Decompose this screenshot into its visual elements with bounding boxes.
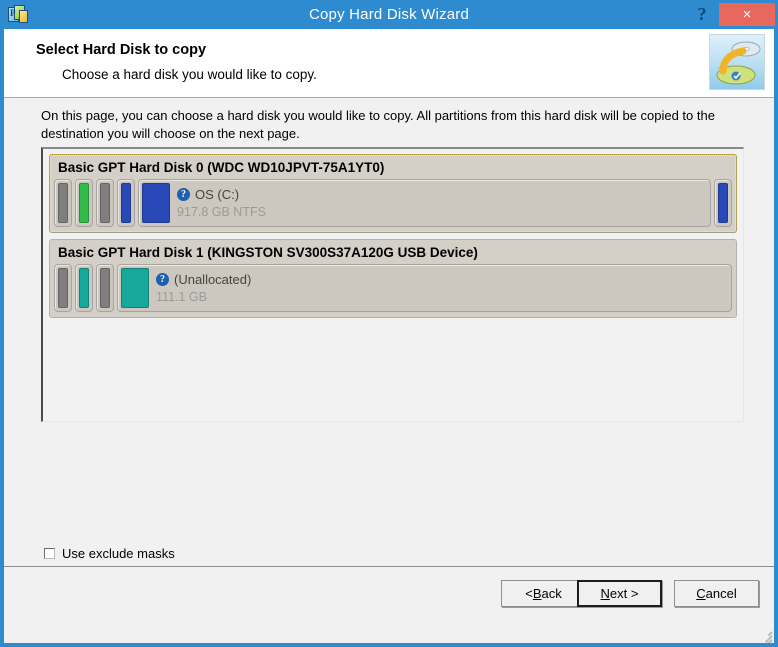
help-icon[interactable]: ? [685, 0, 719, 29]
partition-size: 111.1 GB [156, 290, 207, 304]
back-button[interactable]: < Back [501, 580, 586, 607]
window-title: Copy Hard Disk Wizard [308, 6, 470, 23]
back-button-accel: B [532, 586, 542, 601]
disk-partition-track: ? OS (C:) 917.8 GB NTFS [54, 179, 732, 227]
page-body: On this page, you can choose a hard disk… [4, 98, 774, 643]
back-button-pre: < [525, 586, 533, 601]
partition-block[interactable] [96, 179, 114, 227]
disk-list[interactable]: Basic GPT Hard Disk 0 (WDC WD10JPVT-75A1… [41, 147, 744, 422]
use-exclude-masks-label: Use exclude masks [62, 546, 175, 561]
partition-label: ? (Unallocated) [156, 272, 728, 287]
page-subtitle: Choose a hard disk you would like to cop… [62, 67, 317, 82]
checkbox-row-use-exclude-masks[interactable]: Use exclude masks [44, 546, 175, 561]
wizard-header: Select Hard Disk to copy Choose a hard d… [4, 29, 774, 98]
cancel-button-accel: C [696, 586, 706, 601]
client-area: Select Hard Disk to copy Choose a hard d… [4, 29, 774, 643]
partition-name: OS (C:) [195, 187, 240, 202]
partition-block-unallocated[interactable]: ? (Unallocated) 111.1 GB [117, 264, 732, 312]
intro-text: On this page, you can choose a hard disk… [41, 108, 715, 141]
page-title: Select Hard Disk to copy [36, 42, 207, 58]
disk-item-1[interactable]: Basic GPT Hard Disk 1 (KINGSTON SV300S37… [49, 239, 737, 318]
close-button[interactable]: × [719, 3, 775, 26]
footer-button-bar: < Back Next > Cancel [4, 566, 774, 643]
title-bar: P Copy Hard Disk Wizard ? × [0, 0, 778, 29]
disk-copy-illustration-icon [709, 34, 765, 90]
partition-block[interactable] [54, 179, 72, 227]
partition-block-os[interactable]: ? OS (C:) 917.8 GB NTFS [138, 179, 711, 227]
partition-label: ? OS (C:) [177, 187, 707, 202]
copy-hard-disk-wizard-window: P Copy Hard Disk Wizard ? × Select Hard … [0, 0, 778, 647]
use-exclude-masks-checkbox[interactable] [44, 548, 55, 559]
next-button-accel: N [600, 586, 610, 601]
partition-block-trailing[interactable] [714, 179, 732, 227]
next-button-post: ext > [609, 586, 639, 601]
app-icon: P [8, 4, 28, 25]
partition-block[interactable] [75, 264, 93, 312]
cancel-button-post: ancel [705, 586, 737, 601]
disk-title: Basic GPT Hard Disk 1 (KINGSTON SV300S37… [58, 245, 478, 260]
info-question-icon: ? [177, 188, 190, 201]
next-button[interactable]: Next > [577, 580, 662, 607]
partition-block[interactable] [75, 179, 93, 227]
title-bar-buttons: ? × [685, 0, 778, 29]
disk-partition-track: ? (Unallocated) 111.1 GB [54, 264, 732, 312]
cancel-button[interactable]: Cancel [674, 580, 759, 607]
back-button-post: ack [541, 586, 562, 601]
disk-item-0[interactable]: Basic GPT Hard Disk 0 (WDC WD10JPVT-75A1… [49, 154, 737, 233]
disk-title: Basic GPT Hard Disk 0 (WDC WD10JPVT-75A1… [58, 160, 385, 175]
info-question-icon: ? [156, 273, 169, 286]
resize-grip[interactable] [758, 628, 773, 643]
partition-size: 917.8 GB NTFS [177, 205, 266, 219]
partition-name: (Unallocated) [174, 272, 252, 287]
partition-block[interactable] [54, 264, 72, 312]
partition-block[interactable] [117, 179, 135, 227]
partition-block[interactable] [96, 264, 114, 312]
